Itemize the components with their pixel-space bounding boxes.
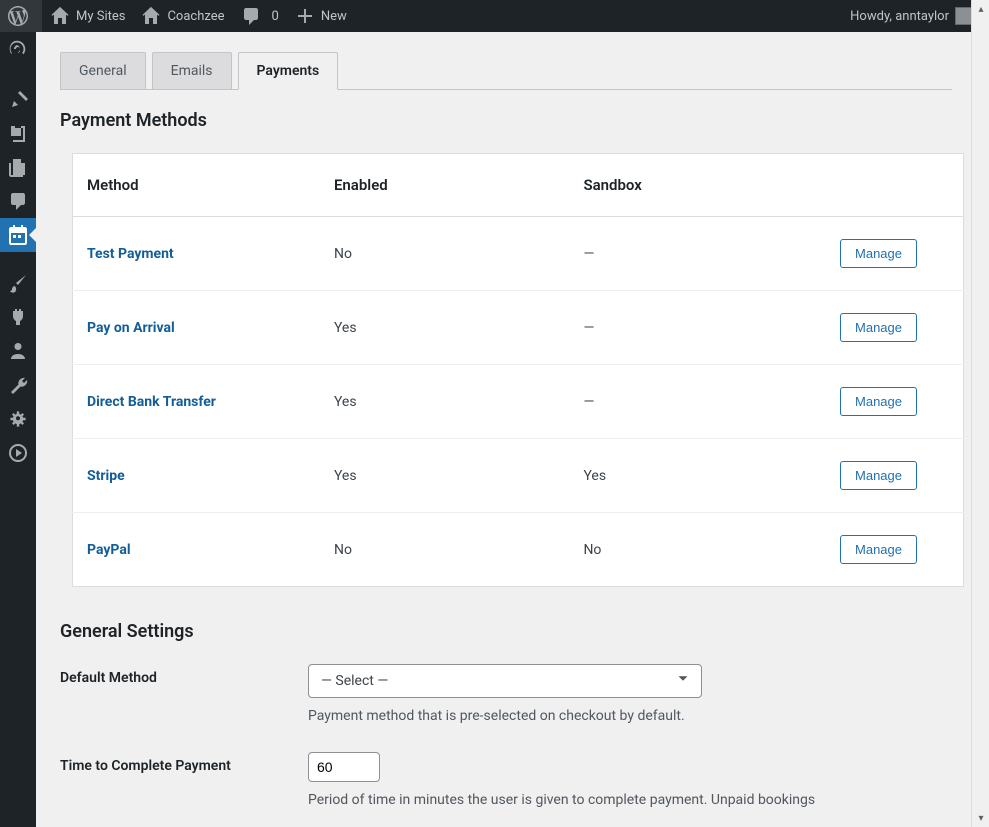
manage-button[interactable]: Manage (840, 313, 917, 342)
sandbox-cell: — (571, 217, 820, 291)
tab-payments[interactable]: Payments (238, 52, 339, 90)
table-row: Pay on Arrival Yes— Manage (73, 291, 964, 365)
admin-bar: My Sites Coachzee 0 New Howdy, anntaylor (0, 0, 989, 32)
col-enabled-header: Enabled (322, 154, 571, 217)
payment-methods-table: Method Enabled Sandbox Test PaymentNo—Ma… (72, 153, 964, 587)
default-method-select[interactable]: — Select — (308, 664, 702, 698)
menu-plugins[interactable] (0, 300, 36, 334)
menu-pages[interactable] (0, 150, 36, 184)
admin-sidebar (0, 32, 36, 827)
manage-button[interactable]: Manage (840, 239, 917, 268)
howdy-text: Howdy, anntaylor (850, 9, 949, 24)
sandbox-cell: Yes (571, 439, 820, 513)
enabled-cell: No (322, 513, 571, 587)
plugin-icon (8, 307, 28, 327)
time-complete-input[interactable] (308, 752, 380, 782)
table-row: PayPal NoNo Manage (73, 513, 964, 587)
menu-posts[interactable] (0, 82, 36, 116)
sandbox-cell: — (571, 291, 820, 365)
site-name[interactable]: Coachzee (133, 0, 232, 32)
payment-method-link[interactable]: Stripe (87, 468, 125, 484)
home-icon (141, 6, 161, 26)
default-method-desc: Payment method that is pre-selected on c… (308, 708, 952, 724)
manage-button[interactable]: Manage (840, 461, 917, 490)
scroll-down-arrow[interactable]: ▾ (972, 809, 989, 827)
vertical-scrollbar[interactable]: ▴ ▾ (971, 32, 989, 827)
col-method-header: Method (73, 154, 322, 217)
comment-count: 0 (272, 9, 279, 24)
table-row: Direct Bank Transfer Yes— Manage (73, 365, 964, 439)
comments[interactable]: 0 (233, 0, 287, 32)
user-icon (8, 341, 28, 361)
pin-icon (8, 89, 28, 109)
general-settings-title: General Settings (60, 621, 952, 642)
menu-comments[interactable] (0, 184, 36, 218)
menu-settings[interactable] (0, 402, 36, 436)
time-complete-desc: Period of time in minutes the user is gi… (308, 792, 952, 808)
manage-button[interactable]: Manage (840, 387, 917, 416)
time-complete-label: Time to Complete Payment (60, 752, 308, 774)
tab-emails[interactable]: Emails (152, 52, 232, 89)
tab-general[interactable]: General (60, 52, 146, 89)
settings-tabs: GeneralEmailsPayments (60, 52, 952, 90)
wordpress-icon (8, 6, 28, 26)
menu-dashboard[interactable] (0, 32, 36, 66)
plus-icon (295, 6, 315, 26)
wp-logo[interactable] (0, 0, 42, 32)
sandbox-cell: — (571, 365, 820, 439)
default-method-label: Default Method (60, 664, 308, 686)
manage-button[interactable]: Manage (840, 535, 917, 564)
my-sites-label: My Sites (76, 9, 125, 24)
my-sites[interactable]: My Sites (42, 0, 133, 32)
play-circle-icon (8, 443, 28, 463)
payment-method-link[interactable]: Test Payment (87, 246, 174, 262)
menu-bookings[interactable] (0, 218, 36, 252)
table-row: Test Payment No— Manage (73, 217, 964, 291)
menu-collapse[interactable] (0, 436, 36, 470)
home-icon (50, 6, 70, 26)
enabled-cell: Yes (322, 291, 571, 365)
payment-method-link[interactable]: Direct Bank Transfer (87, 394, 216, 410)
sandbox-cell: No (571, 513, 820, 587)
menu-appearance[interactable] (0, 266, 36, 300)
brush-icon (8, 273, 28, 293)
col-sandbox-header: Sandbox (571, 154, 820, 217)
payment-method-link[interactable]: Pay on Arrival (87, 320, 175, 336)
comment-icon (241, 6, 261, 26)
enabled-cell: Yes (322, 365, 571, 439)
payment-method-link[interactable]: PayPal (87, 542, 131, 558)
new-content[interactable]: New (287, 0, 355, 32)
content-area: GeneralEmailsPayments Payment Methods Me… (36, 32, 989, 827)
wrench-icon (8, 375, 28, 395)
comment-icon (8, 191, 28, 211)
payment-methods-title: Payment Methods (60, 110, 952, 131)
menu-users[interactable] (0, 334, 36, 368)
settings-icon (8, 409, 28, 429)
menu-media[interactable] (0, 116, 36, 150)
enabled-cell: No (322, 217, 571, 291)
calendar-icon (8, 225, 28, 245)
site-name-label: Coachzee (167, 9, 224, 24)
dashboard-icon (8, 39, 28, 59)
table-row: Stripe YesYes Manage (73, 439, 964, 513)
menu-tools[interactable] (0, 368, 36, 402)
pages-icon (8, 157, 28, 177)
media-icon (8, 123, 28, 143)
new-label: New (321, 9, 347, 24)
enabled-cell: Yes (322, 439, 571, 513)
my-account[interactable]: Howdy, anntaylor (842, 0, 981, 32)
